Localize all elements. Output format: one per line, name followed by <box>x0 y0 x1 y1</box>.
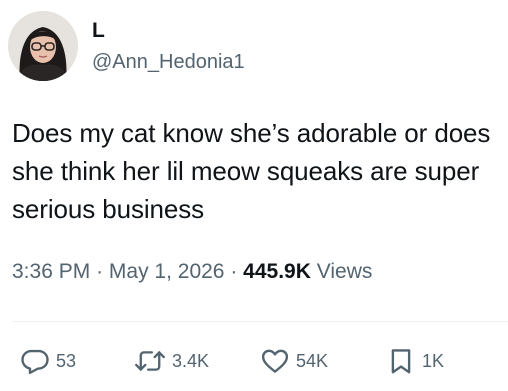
reply-icon <box>21 349 49 375</box>
reply-count: 53 <box>56 350 77 371</box>
tweet-header: L @Ann_Hedonia1 <box>8 10 245 82</box>
retweet-count: 3.4K <box>172 350 210 371</box>
action-bar: 53 3.4K 54K 1K <box>0 343 508 379</box>
tweet-card: L @Ann_Hedonia1 Does my cat know she’s a… <box>0 0 508 391</box>
tweet-text: Does my cat know she’s adorable or does … <box>12 118 491 224</box>
tweet-meta: 3:36 PM · May 1, 2026 · 445.9K Views <box>12 258 372 286</box>
meta-separator: · <box>230 260 238 283</box>
views-label: Views <box>316 260 373 283</box>
views-count: 445.9K <box>243 260 311 283</box>
reply-button[interactable]: 53 <box>20 343 76 379</box>
bookmark-count: 1K <box>422 350 445 371</box>
retweet-button[interactable]: 3.4K <box>134 343 209 379</box>
tweet-date[interactable]: May 1, 2026 <box>109 260 225 283</box>
bookmark-icon <box>391 349 411 374</box>
meta-separator: · <box>96 260 104 283</box>
display-name[interactable]: L <box>92 18 245 44</box>
tweet-time[interactable]: 3:36 PM <box>12 260 90 283</box>
avatar[interactable] <box>8 11 78 81</box>
retweet-icon <box>135 351 165 371</box>
user-handle[interactable]: @Ann_Hedonia1 <box>92 49 245 75</box>
bookmark-button[interactable]: 1K <box>386 343 444 379</box>
like-button[interactable]: 54K <box>260 343 328 379</box>
divider <box>12 321 508 322</box>
like-count: 54K <box>296 350 329 371</box>
author-names: L @Ann_Hedonia1 <box>92 18 245 75</box>
avatar-photo-icon <box>8 11 78 81</box>
heart-icon <box>261 349 289 373</box>
